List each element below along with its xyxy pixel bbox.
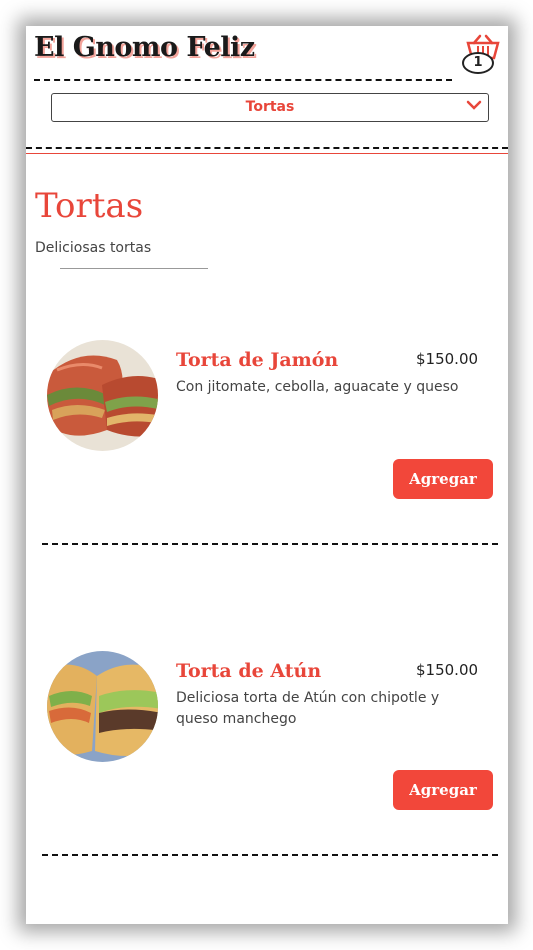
nav-divider (26, 147, 508, 149)
accent-line (26, 153, 508, 154)
product-name: Torta de Jamón (176, 349, 339, 371)
category-select[interactable]: Tortas (51, 93, 489, 122)
add-to-cart-button[interactable]: Agregar (393, 459, 493, 499)
product-divider (42, 854, 498, 856)
product-description: Con jitomate, cebolla, aguacate y queso (176, 379, 459, 395)
brand-logo[interactable]: El Gnomo Feliz (34, 32, 255, 63)
product-card: Torta de Jamón $150.00 Con jitomate, ceb… (26, 340, 508, 580)
section-subtitle: Deliciosas tortas (35, 240, 152, 256)
category-select-value: Tortas (245, 99, 295, 115)
subtitle-underline (60, 268, 208, 269)
product-price: $150.00 (416, 661, 479, 679)
product-image-torta-jamon (47, 340, 158, 451)
product-price: $150.00 (416, 350, 479, 368)
cart-button[interactable]: 1 (460, 32, 506, 74)
app-frame: El Gnomo Feliz 1 Tortas Tortas Deliciosa… (26, 26, 508, 924)
product-description: Deliciosa torta de Atún con chipotle y q… (176, 690, 440, 727)
section-title: Tortas (35, 186, 144, 226)
chevron-down-icon (466, 100, 482, 110)
product-divider (42, 543, 498, 545)
product-name: Torta de Atún (176, 660, 322, 682)
header-divider (34, 79, 452, 81)
cart-count-badge: 1 (462, 52, 494, 74)
product-image-torta-atun (47, 651, 158, 762)
product-card: Torta de Atún $150.00 Deliciosa torta de… (26, 651, 508, 891)
add-to-cart-button[interactable]: Agregar (393, 770, 493, 810)
